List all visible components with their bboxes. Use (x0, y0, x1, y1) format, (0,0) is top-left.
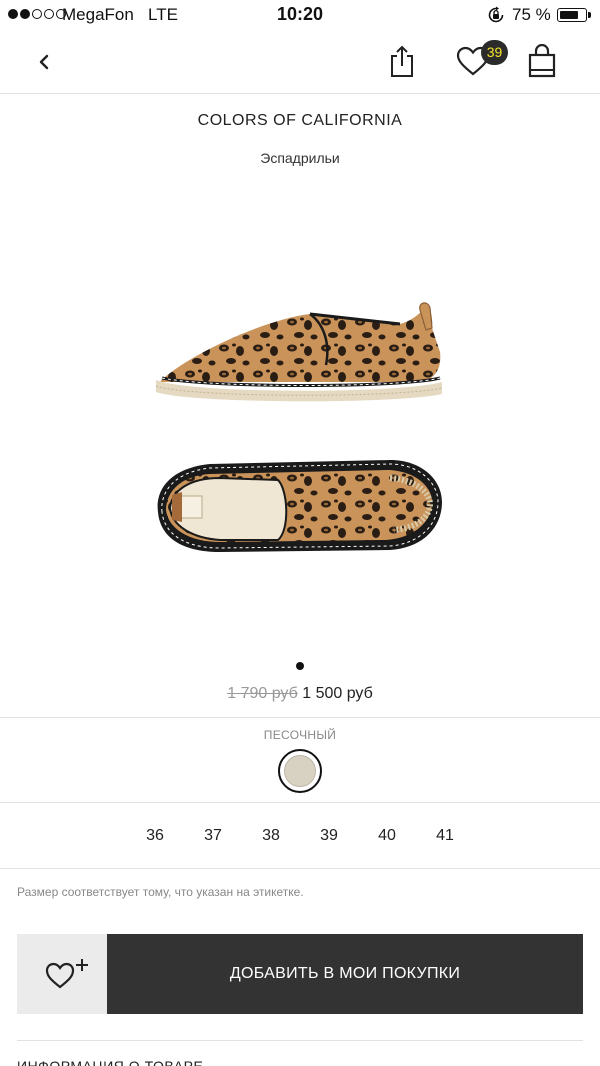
shoe-top-view (157, 460, 442, 552)
heart-plus-icon (45, 959, 88, 989)
size-option[interactable]: 36 (135, 827, 175, 845)
brand-title[interactable]: COLORS OF CALIFORNIA (0, 112, 600, 130)
size-note: Размер соответствует тому, что указан на… (17, 885, 304, 899)
product-image[interactable] (150, 290, 450, 580)
color-name-label: ПЕСОЧНЫЙ (263, 728, 337, 742)
rotation-lock-icon (488, 6, 504, 23)
product-type: Эспадрильи (260, 150, 340, 166)
battery-icon (557, 8, 587, 22)
share-icon[interactable] (388, 44, 416, 78)
old-price: 1 790 руб (227, 685, 298, 702)
add-to-cart-button[interactable]: ДОБАВИТЬ В МОИ ПОКУПКИ (107, 934, 583, 1014)
battery-percent: 75 % (512, 5, 551, 24)
color-swatch-sand[interactable] (278, 749, 322, 793)
size-option[interactable]: 37 (193, 827, 233, 845)
size-option[interactable]: 39 (309, 827, 349, 845)
status-bar: MegaFon LTE 10:20 75 % (0, 0, 600, 30)
size-option[interactable]: 40 (367, 827, 407, 845)
wishlist-count-badge: 39 (481, 40, 508, 65)
nav-bar: 39 (0, 30, 600, 94)
shopping-bag-icon[interactable] (527, 44, 557, 78)
product-info-section-title[interactable]: ИНФОРМАЦИЯ О ТОВАРЕ (17, 1058, 203, 1066)
divider (0, 868, 600, 869)
chevron-left-icon[interactable] (30, 48, 58, 76)
divider (0, 802, 600, 803)
size-option[interactable]: 38 (251, 827, 291, 845)
status-time: 10:20 (276, 4, 324, 24)
divider (17, 1040, 583, 1041)
divider (0, 717, 600, 718)
shoe-side-view (155, 302, 443, 402)
size-option[interactable]: 41 (425, 827, 465, 845)
price-row: 1 790 руб 1 500 руб (0, 685, 600, 703)
current-price: 1 500 руб (302, 685, 373, 702)
add-to-favorites-button[interactable] (17, 934, 107, 1014)
image-pager-dot[interactable] (296, 662, 304, 670)
